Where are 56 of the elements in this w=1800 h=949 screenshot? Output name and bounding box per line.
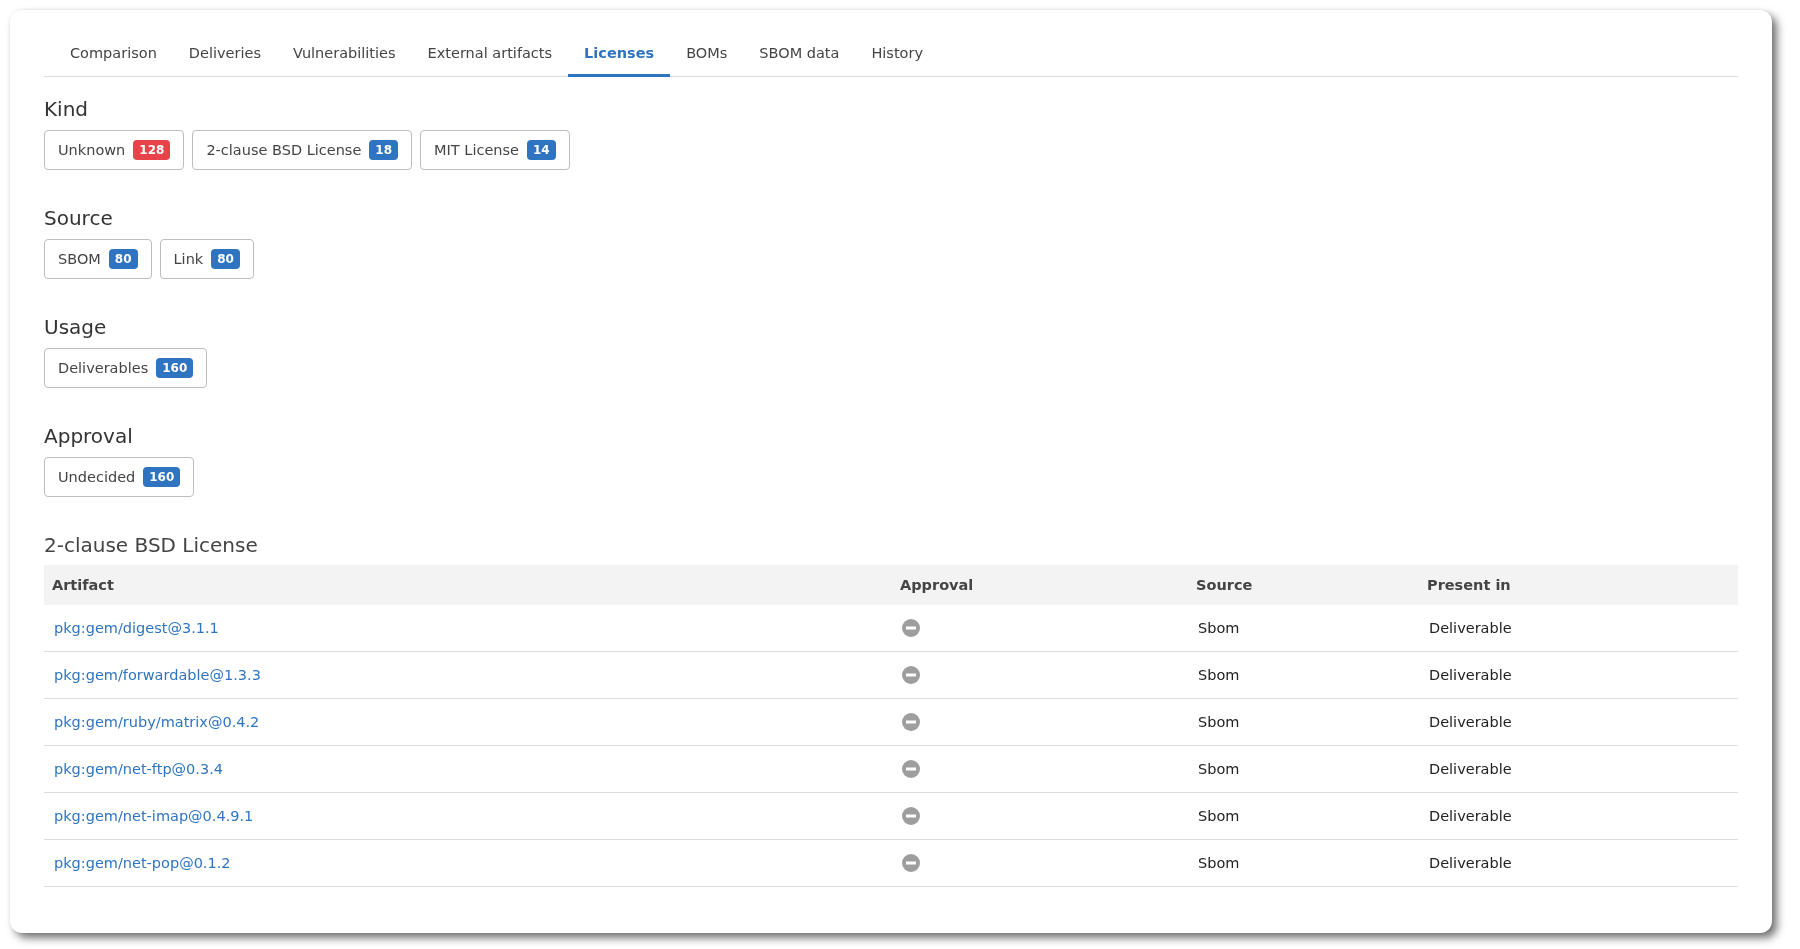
artifact-link[interactable]: pkg:gem/net-ftp@0.3.4	[54, 761, 223, 777]
tab[interactable]: Vulnerabilities	[276, 32, 412, 77]
count-badge: 128	[133, 140, 171, 160]
section-heading: Kind	[44, 97, 90, 121]
filter-button[interactable]: SBOM 80	[44, 239, 152, 279]
filter-label: Unknown	[58, 142, 126, 158]
table-title: 2-clause BSD License	[44, 533, 259, 557]
table-cell: Sbom	[1188, 792, 1419, 840]
table-cell: Sbom	[1188, 651, 1419, 699]
count-badge: 160	[143, 467, 181, 487]
table-cell: Deliverable	[1419, 745, 1738, 793]
filter-button[interactable]: Unknown 128	[44, 130, 185, 170]
filter-label: Undecided	[58, 469, 136, 485]
artifact-link[interactable]: pkg:gem/net-pop@0.1.2	[54, 855, 231, 871]
section-heading: Usage	[44, 315, 108, 339]
table-cell: Sbom	[1188, 605, 1419, 652]
artifact-link[interactable]: pkg:gem/forwardable@1.3.3	[54, 667, 261, 683]
count-badge: 80	[108, 249, 138, 269]
column-header: Approval	[892, 565, 1188, 605]
filter-button[interactable]: Undecided 160	[44, 457, 195, 497]
filter-button[interactable]: 2-clause BSD License 18	[192, 130, 413, 170]
filter-label: 2-clause BSD License	[206, 142, 362, 158]
filter-button[interactable]: MIT License 14	[420, 130, 570, 170]
column-header: Present in	[1419, 565, 1738, 605]
filter-label: Link	[173, 251, 204, 267]
table-cell: Deliverable	[1419, 839, 1738, 887]
filter-button[interactable]: Deliverables 160	[44, 348, 208, 388]
table-cell: Deliverable	[1419, 698, 1738, 746]
artifact-link[interactable]: pkg:gem/ruby/matrix@0.4.2	[54, 714, 260, 730]
count-badge: 80	[211, 249, 240, 269]
tab[interactable]: History	[855, 32, 939, 77]
column-header: Artifact	[44, 565, 892, 605]
count-badge: 160	[156, 358, 194, 378]
count-badge: 18	[369, 140, 399, 160]
table-cell: Deliverable	[1419, 792, 1738, 840]
count-badge: 14	[526, 140, 556, 160]
tab[interactable]: Licenses	[568, 32, 671, 77]
table-cell: Deliverable	[1419, 651, 1738, 699]
filter-label: SBOM	[58, 251, 101, 267]
table-cell: Sbom	[1188, 745, 1419, 793]
table-cell: Sbom	[1188, 698, 1419, 746]
tab[interactable]: External artifacts	[411, 32, 569, 77]
tab[interactable]: Deliveries	[172, 32, 277, 77]
section-heading: Source	[44, 206, 114, 230]
section-heading: Approval	[44, 424, 134, 448]
tab[interactable]: Comparison	[54, 32, 173, 77]
artifact-link[interactable]: pkg:gem/net-imap@0.4.9.1	[54, 808, 254, 824]
filter-label: MIT License	[434, 142, 519, 158]
tab[interactable]: SBOM data	[743, 32, 856, 77]
filter-button[interactable]: Link 80	[159, 239, 254, 279]
table-cell: Deliverable	[1419, 605, 1738, 652]
artifact-link[interactable]: pkg:gem/digest@3.1.1	[54, 620, 219, 636]
tab[interactable]: BOMs	[670, 32, 744, 77]
filter-label: Deliverables	[58, 360, 149, 376]
column-header: Source	[1188, 565, 1419, 605]
table-cell: Sbom	[1188, 839, 1419, 887]
